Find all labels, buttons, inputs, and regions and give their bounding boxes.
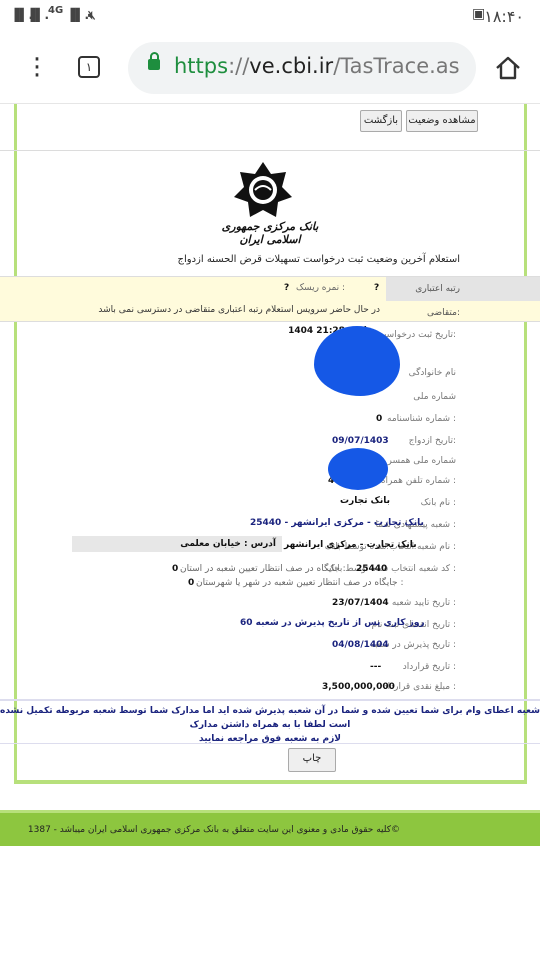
cbi-logo-icon: [234, 162, 292, 217]
credit-panel: رتبه اعتباری متقاضی: ? نمره ریسک : ? در …: [0, 276, 540, 322]
request-details: تاریخ ثبت درخواست: 1404 ساعت 21:28 نام خ…: [0, 322, 540, 700]
last-name-label: نام خانوادگی: [408, 368, 456, 378]
credit-rank-label: رتبه اعتباری متقاضی:: [386, 277, 540, 318]
home-icon[interactable]: [494, 54, 522, 82]
signal-icon: ▐▌.: [26, 8, 50, 22]
divider: [0, 150, 540, 151]
branch-address: آدرس : خیابان معلمی: [72, 536, 282, 552]
back-button[interactable]: بازگشت: [360, 110, 402, 132]
contract-date-value: ---: [370, 662, 382, 672]
footer: کلیه حقوق مادی و معنوی این سایت متعلق به…: [0, 810, 540, 846]
suggested-branch-value: بانک تجارت - مرکزی ایرانشهر - 25440: [250, 518, 424, 528]
lock-icon: [148, 52, 160, 70]
branch-accept-value: 04/08/1404: [332, 640, 389, 650]
credit-rank-value: ?: [374, 283, 380, 293]
tab-switcher-button[interactable]: ۱: [78, 56, 100, 78]
view-status-button[interactable]: مشاهده وضعیت: [406, 110, 478, 132]
city-queue-value: 0: [188, 578, 195, 588]
service-unavailable-message: در حال حاضر سرویس استعلام رتبه اعتباری م…: [98, 305, 380, 315]
registration-expiry-value: 60 روز کاری پس از تاریخ پذیرش در شعبه: [240, 618, 425, 628]
url-text: https://ve.cbi.ir/TasTrace.as: [174, 54, 460, 78]
clock: ۱۸:۴۰: [484, 7, 524, 26]
bank-name-value: بانک تجارت: [340, 496, 390, 506]
id-number-label: شماره شناسنامه :: [387, 414, 456, 424]
frame-border: [14, 780, 526, 784]
network-type: 4G: [48, 5, 64, 16]
signal-icon: ▐▌.: [66, 8, 90, 22]
image-icon: ▣: [472, 6, 486, 22]
logo-text: بانک مرکزی جمهوری اسلامی ایران: [221, 220, 319, 246]
contract-amount-value: 3,500,000,000: [322, 682, 395, 692]
spouse-national-id-label: شماره ملی همسر: [387, 456, 456, 466]
menu-icon[interactable]: · · ·: [28, 47, 46, 89]
address-bar[interactable]: https://ve.cbi.ir/TasTrace.as: [128, 42, 476, 94]
page-content: مشاهده وضعیت بازگشت بانک مرکزی جمهوری اس…: [0, 104, 540, 960]
city-queue-label: جایگاه در صف انتظار تعیین شعبه در شهر یا…: [196, 578, 404, 588]
risk-score-label: نمره ریسک :: [296, 283, 346, 293]
notice-line-2: لازم به شعبه فوق مراجعه نمایید: [199, 734, 341, 744]
marriage-date-label: تاریخ ازدواج:: [408, 436, 456, 446]
province-queue-value: 0: [172, 564, 179, 574]
status-notice: شعبه اعطای وام برای شما تعیین شده و شما …: [0, 700, 540, 744]
redaction-mark: [314, 326, 400, 396]
risk-score-value: ?: [284, 283, 290, 293]
redaction-mark: [328, 448, 388, 490]
branch-code-label: کد شعبه انتخاب شده توسط بانک :: [326, 564, 456, 574]
bank-name-label: نام بانک :: [420, 498, 456, 508]
notice-line-1: شعبه اعطای وام برای شما تعیین شده و شما …: [0, 706, 540, 730]
id-number-value: 0: [376, 414, 383, 424]
footer-rights: کلیه حقوق مادی و معنوی این سایت متعلق به…: [27, 825, 400, 835]
branch-confirm-value: 23/07/1404: [332, 598, 389, 608]
contract-date-label: تاریخ قرارداد :: [402, 662, 456, 672]
province-queue-label: جایگاه در صف انتظار تعیین شعبه در استان …: [180, 564, 346, 574]
page-title: استعلام آخرین وضعیت ثبت درخواست تسهیلات …: [177, 254, 460, 265]
mobile-label: شماره تلفن همراه :: [380, 476, 456, 486]
selected-branch-value: بانک تجارت - مرکزی ایرانشهر: [284, 540, 417, 550]
branch-code-value: 25440: [356, 564, 388, 574]
mute-icon: 🔇︎: [88, 8, 96, 22]
marriage-date-value: 09/07/1403: [332, 436, 389, 446]
branch-confirm-label: تاریخ تایید شعبه :: [391, 598, 456, 608]
print-button[interactable]: چاپ: [288, 748, 336, 772]
status-bar: ▐▌. ▐▌. 4G ▐▌. 🔇︎ ▣ ۱۸:۴۰: [0, 0, 540, 34]
browser-toolbar: · · · ۱ https://ve.cbi.ir/TasTrace.as: [0, 34, 540, 104]
national-id-label: شماره ملی: [413, 392, 456, 402]
